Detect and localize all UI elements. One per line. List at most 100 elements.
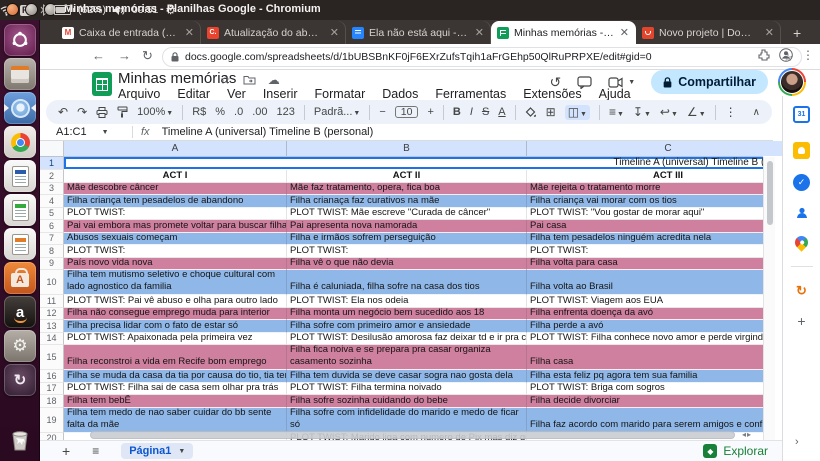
- zoom-select[interactable]: 100%▼: [137, 107, 173, 118]
- decrease-decimals-button[interactable]: .0: [234, 107, 243, 118]
- document-title[interactable]: Minhas memórias: [118, 70, 236, 87]
- cell-A10[interactable]: Filha tem mutismo seletivo e choque cult…: [64, 270, 287, 295]
- increase-font-size-button[interactable]: +: [427, 107, 433, 118]
- cell-A9[interactable]: País novo vida nova: [64, 258, 287, 271]
- sheet-tab-pagina1[interactable]: Página1▼: [121, 443, 193, 459]
- dock-item-chrome[interactable]: [4, 126, 36, 158]
- undo-button[interactable]: ↶: [58, 106, 68, 118]
- menu-ferramentas[interactable]: Ferramentas: [433, 87, 508, 101]
- row-header-7[interactable]: 7: [40, 233, 64, 246]
- cell-C18[interactable]: Filha decide divorciar: [527, 395, 763, 408]
- tab-close-icon[interactable]: ✕: [184, 26, 195, 39]
- calendar-icon[interactable]: 31: [793, 106, 810, 123]
- dock-item-files[interactable]: [4, 58, 36, 90]
- row-header-19[interactable]: 19: [40, 408, 64, 433]
- horizontal-align-button[interactable]: ≡▼: [609, 106, 624, 119]
- cell-B12[interactable]: Filha monta um negócio bem sucedido aos …: [287, 308, 527, 321]
- menu-editar[interactable]: Editar: [175, 87, 212, 101]
- extensions-puzzle-icon[interactable]: [758, 49, 770, 61]
- cell-C7[interactable]: Filha tem pesadelos ninguém acredita nel…: [527, 233, 763, 246]
- cell-B14[interactable]: PLOT TWIST: Desilusão amorosa faz deixar…: [287, 333, 527, 346]
- row-header-3[interactable]: 3: [40, 183, 64, 196]
- browser-tab-3[interactable]: Ela não está aqui - Docum✕: [346, 21, 491, 44]
- cell-A15[interactable]: Filha reconstroi a vida em Recife bom em…: [64, 345, 287, 370]
- omnibox[interactable]: docs.google.com/spreadsheets/d/1bUBSBnKF…: [162, 47, 802, 67]
- dock-item-libreoffice-impress[interactable]: [4, 228, 36, 260]
- cell-C4[interactable]: Filha criança vai morar com os tios: [527, 195, 763, 208]
- row-header-13[interactable]: 13: [40, 320, 64, 333]
- text-wrap-button[interactable]: ↩▼: [660, 106, 678, 119]
- hide-menus-button[interactable]: ∧: [753, 107, 760, 118]
- row-header-6[interactable]: 6: [40, 220, 64, 233]
- dock-item-ubuntu-software[interactable]: A: [4, 262, 36, 294]
- row-header-14[interactable]: 14: [40, 333, 64, 346]
- merge-cells-button[interactable]: ◫▼: [565, 105, 590, 120]
- maps-icon[interactable]: [793, 234, 810, 251]
- cell-B10[interactable]: Filha é caluniada, filha sofre na casa d…: [287, 270, 527, 295]
- cell-C5[interactable]: PLOT TWIST: "Vou gostar de morar aqui": [527, 208, 763, 221]
- tab-close-icon[interactable]: ✕: [619, 26, 630, 39]
- tasks-icon[interactable]: ✓: [793, 174, 810, 191]
- format-currency-button[interactable]: R$: [192, 107, 206, 118]
- cell-C2[interactable]: ACT III: [527, 170, 763, 183]
- formula-input[interactable]: Timeline A (universal) Timeline B (perso…: [162, 126, 374, 138]
- move-folder-icon[interactable]: [243, 75, 256, 85]
- column-header-C[interactable]: C: [527, 141, 810, 156]
- tab-close-icon[interactable]: ✕: [764, 26, 775, 39]
- browser-tab-4[interactable]: Minhas memórias - Planil✕: [491, 21, 636, 44]
- cell-B9[interactable]: Filha vê o que não devia: [287, 258, 527, 271]
- vertical-align-button[interactable]: ↧▼: [633, 106, 651, 119]
- cell-B16[interactable]: Filha tem duvida se deve casar sogra nao…: [287, 370, 527, 383]
- video-call-icon[interactable]: ▼: [608, 77, 635, 88]
- cell-B8[interactable]: PLOT TWIST:: [287, 245, 527, 258]
- dock-item-libreoffice-writer[interactable]: [4, 160, 36, 192]
- cell-A3[interactable]: Mãe descobre câncer: [64, 183, 287, 196]
- add-sheet-button[interactable]: +: [62, 443, 70, 459]
- decrease-font-size-button[interactable]: −: [379, 107, 385, 118]
- increase-decimals-button[interactable]: .00: [252, 107, 267, 118]
- cell-A4[interactable]: Filha criança tem pesadelos de abandono: [64, 195, 287, 208]
- cell-A8[interactable]: PLOT TWIST:: [64, 245, 287, 258]
- tab-close-icon[interactable]: ✕: [329, 26, 340, 39]
- toolbar-more-button[interactable]: ⋮: [725, 106, 737, 118]
- cell-A6[interactable]: Pai vai embora mas promete voltar para b…: [64, 220, 287, 233]
- browser-tab-1[interactable]: MCaixa de entrada (13) - de✕: [56, 21, 201, 44]
- print-button[interactable]: [96, 107, 108, 118]
- name-box[interactable]: A1:C1▼: [40, 126, 130, 138]
- row-header-10[interactable]: 10: [40, 270, 64, 295]
- cell-A17[interactable]: PLOT TWIST: Filha sai de casa sem olhar …: [64, 383, 287, 396]
- collapse-side-panel-button[interactable]: ›: [795, 436, 799, 448]
- explore-button[interactable]: ◆ Explorar: [703, 444, 768, 458]
- row-header-2[interactable]: 2: [40, 170, 64, 183]
- cell-C13[interactable]: Filha perde a avó: [527, 320, 763, 333]
- format-percent-button[interactable]: %: [215, 107, 225, 118]
- row-header-11[interactable]: 11: [40, 295, 64, 308]
- cell-A16[interactable]: Filha se muda da casa da tia por causa d…: [64, 370, 287, 383]
- addon-icon[interactable]: ↻: [793, 282, 810, 299]
- cell-A5[interactable]: PLOT TWIST:: [64, 208, 287, 221]
- cell-C3[interactable]: Mãe rejeita o tratamento morre: [527, 183, 763, 196]
- row-header-15[interactable]: 15: [40, 345, 64, 370]
- tab-close-icon[interactable]: ✕: [474, 26, 485, 39]
- window-close-button[interactable]: [6, 3, 19, 16]
- dock-item-trash[interactable]: [4, 424, 36, 456]
- dock-item-software-updater[interactable]: ↻: [4, 364, 36, 396]
- cell-B13[interactable]: Filha sofre com primeiro amor e ansiedad…: [287, 320, 527, 333]
- forward-button[interactable]: →: [118, 48, 131, 63]
- vertical-scrollbar-thumb[interactable]: [767, 161, 773, 225]
- row-header-9[interactable]: 9: [40, 258, 64, 271]
- cell-C17[interactable]: PLOT TWIST: Briga com sogros: [527, 383, 763, 396]
- cell-C14[interactable]: PLOT TWIST: Filha conhece novo amor e pe…: [527, 333, 763, 346]
- merged-cell-A1-C1[interactable]: Timeline A (universal) Timeline B (perso…: [64, 157, 763, 170]
- dock-item-system-settings[interactable]: ⚙: [4, 330, 36, 362]
- dock-item-chromium[interactable]: [4, 92, 36, 124]
- redo-button[interactable]: ↷: [77, 106, 87, 118]
- new-tab-button[interactable]: +: [789, 25, 805, 44]
- cell-B2[interactable]: ACT II: [287, 170, 527, 183]
- column-header-B[interactable]: B: [287, 141, 527, 156]
- horizontal-scrollbar[interactable]: [90, 431, 735, 439]
- row-header-18[interactable]: 18: [40, 395, 64, 408]
- version-history-icon[interactable]: ↺: [550, 74, 562, 91]
- select-all-corner[interactable]: [40, 141, 64, 156]
- cell-C9[interactable]: Filha volta para casa: [527, 258, 763, 271]
